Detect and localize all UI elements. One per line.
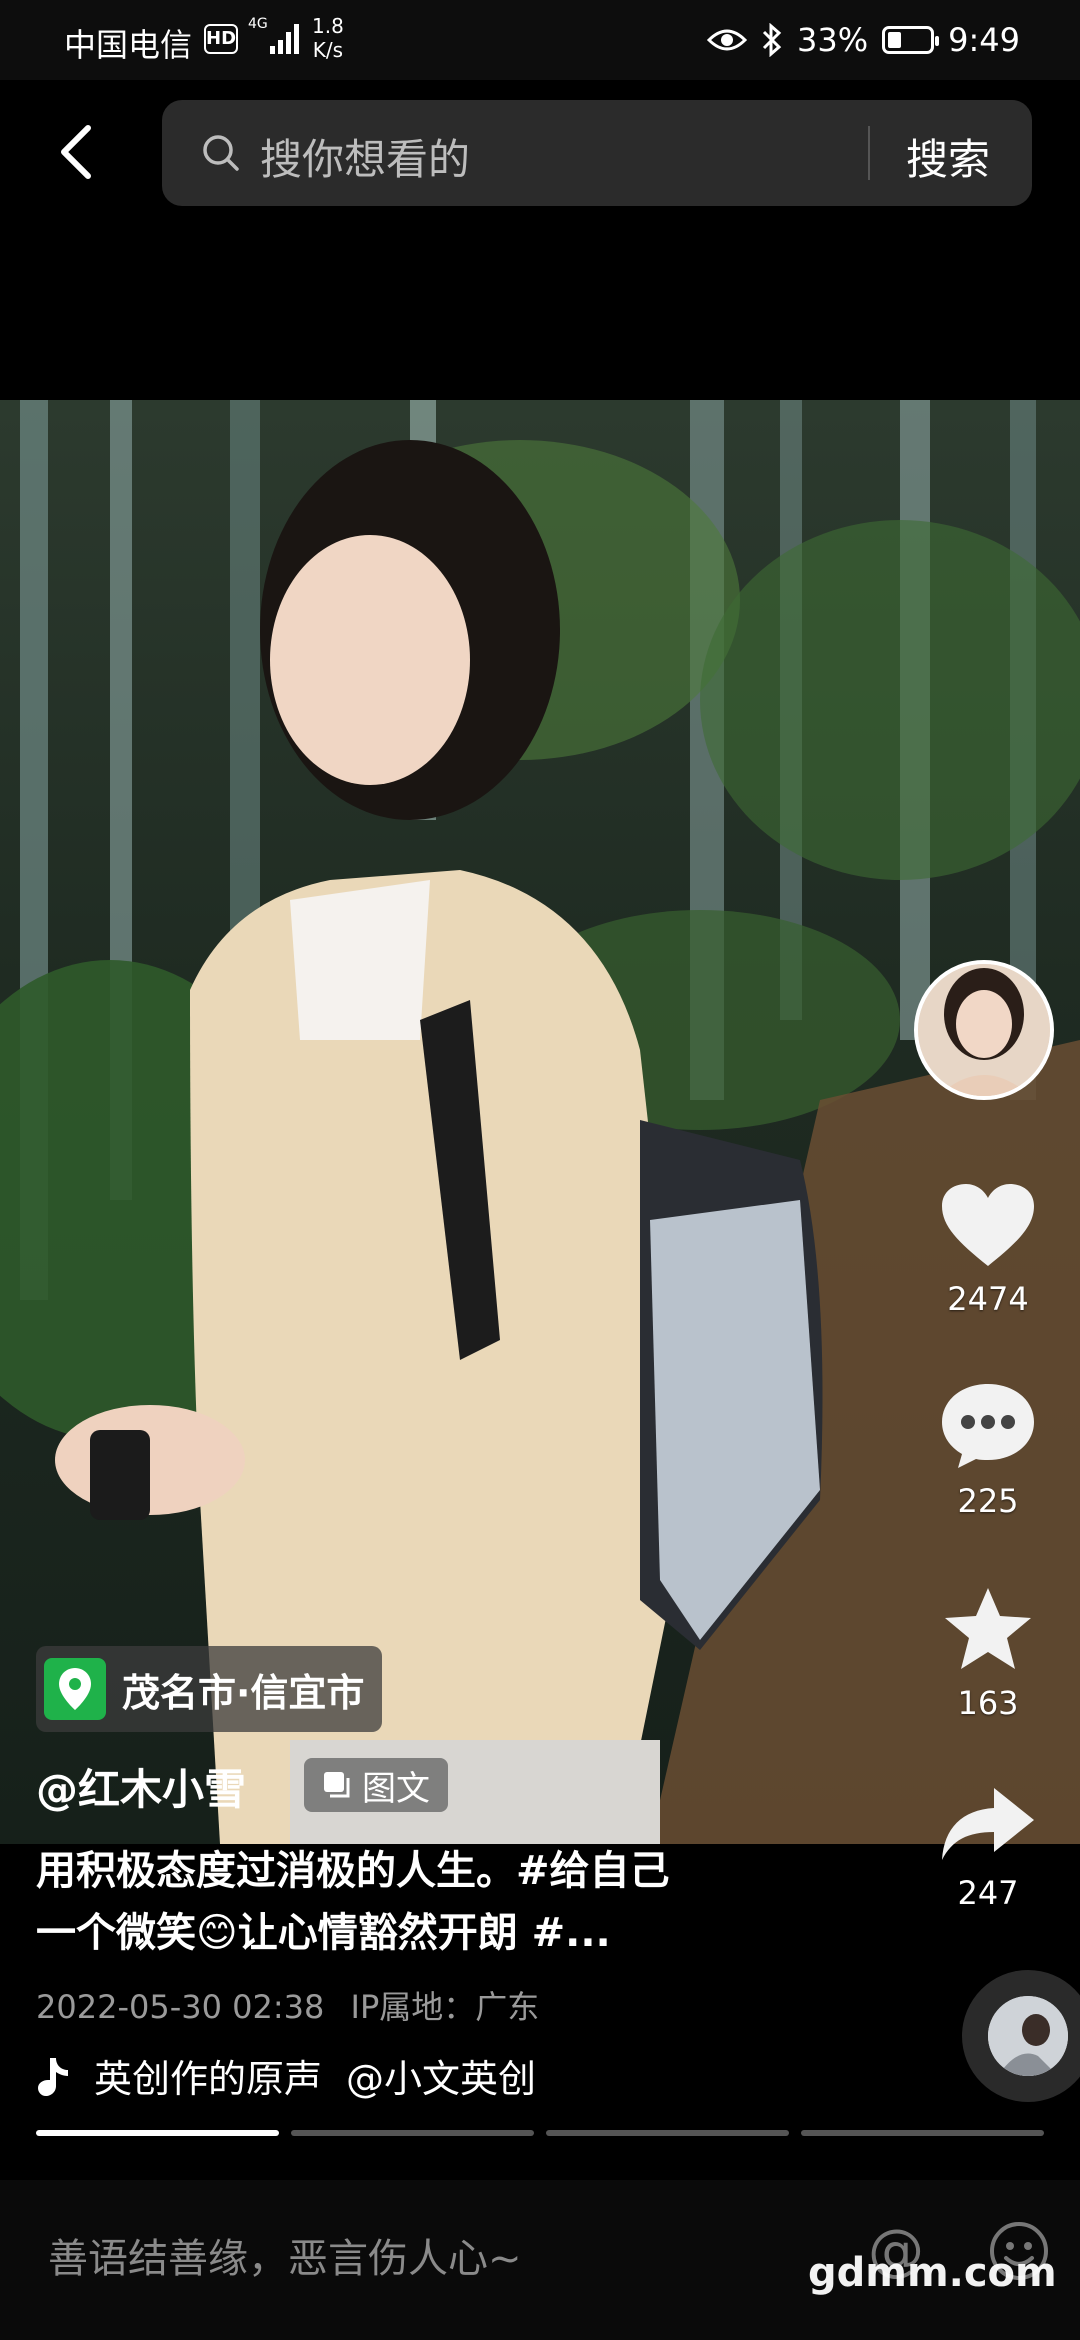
share-action[interactable]: 247 xyxy=(930,1784,1046,1912)
location-tag[interactable]: 茂名市·信宜市 xyxy=(36,1646,383,1732)
network-speed: 1.8 K/s xyxy=(312,14,344,62)
comment-input[interactable]: 善语结善缘，恶言伤人心~ xyxy=(48,2226,522,2284)
photo-illustration xyxy=(0,400,1080,1844)
watermark: gdmm.com xyxy=(808,2250,1057,2296)
progress-segment xyxy=(801,2130,1044,2136)
status-bar: 中国电信 HD 4G 1.8 K/s 33% 9:49 xyxy=(0,0,1080,80)
comment-action[interactable]: 225 xyxy=(930,1380,1046,1520)
ip-location: IP属地：广东 xyxy=(350,1988,540,2026)
music-cover xyxy=(988,1996,1068,2076)
post-meta: 2022-05-30 02:38 IP属地：广东 xyxy=(36,1982,539,2028)
search-icon xyxy=(203,135,239,171)
post-timestamp: 2022-05-30 02:38 xyxy=(36,1988,325,2026)
battery-icon xyxy=(882,26,940,54)
star-icon[interactable] xyxy=(940,1584,1036,1674)
network-type: 4G xyxy=(248,16,268,32)
avatar-image xyxy=(918,964,1050,1096)
favorite-count: 163 xyxy=(957,1684,1019,1722)
back-arrow-icon[interactable] xyxy=(50,122,110,182)
search-input[interactable]: 搜你想看的 xyxy=(260,126,470,187)
location-pin-icon xyxy=(44,1658,106,1720)
search-button[interactable]: 搜索 xyxy=(906,126,990,187)
music-title: 英创作的原声 xyxy=(94,2057,323,2101)
carrier-name: 中国电信 xyxy=(64,26,193,64)
heart-icon[interactable] xyxy=(938,1180,1038,1270)
post-type-tag: 图文 xyxy=(304,1758,448,1812)
music-note-icon xyxy=(38,2057,68,2096)
favorite-action[interactable]: 163 xyxy=(930,1584,1046,1722)
author-avatar[interactable] xyxy=(914,960,1054,1100)
search-bar[interactable]: 搜你想看的 搜索 xyxy=(162,100,1032,206)
post-image[interactable] xyxy=(0,400,1080,1844)
post-caption[interactable]: 用积极态度过消极的人生。#给自己 一个微笑😊让心情豁然开朗 #... xyxy=(36,1840,776,1964)
comment-icon[interactable] xyxy=(938,1380,1038,1472)
clock: 9:49 xyxy=(948,21,1020,59)
search-divider xyxy=(868,126,870,180)
progress-segment xyxy=(36,2130,279,2136)
music-author: @小文英创 xyxy=(346,2057,537,2101)
signal-icon xyxy=(270,22,300,54)
share-arrow-icon[interactable] xyxy=(938,1784,1038,1864)
author-name[interactable]: @红木小雪 xyxy=(36,1756,246,1817)
post-type-label: 图文 xyxy=(362,1768,430,1809)
progress-segment xyxy=(546,2130,789,2136)
music-info[interactable]: 英创作的原声 @小文英创 xyxy=(36,2048,576,2103)
music-disc[interactable] xyxy=(962,1970,1080,2102)
location-name: 茂名市·信宜市 xyxy=(122,1670,365,1715)
like-count: 2474 xyxy=(947,1280,1029,1318)
eye-icon xyxy=(707,29,748,51)
caption-line-2: 一个微笑😊让心情豁然开朗 #... xyxy=(36,1910,611,1956)
hd-icon: HD xyxy=(204,24,238,54)
like-action[interactable]: 2474 xyxy=(930,1180,1046,1318)
image-post-icon xyxy=(324,1772,350,1798)
comment-count: 225 xyxy=(957,1482,1019,1520)
progress-segment xyxy=(291,2130,534,2136)
share-count: 247 xyxy=(957,1874,1019,1912)
battery-percent: 33% xyxy=(797,21,869,59)
caption-line-1: 用积极态度过消极的人生。#给自己 xyxy=(36,1848,670,1894)
bluetooth-icon xyxy=(762,23,782,57)
